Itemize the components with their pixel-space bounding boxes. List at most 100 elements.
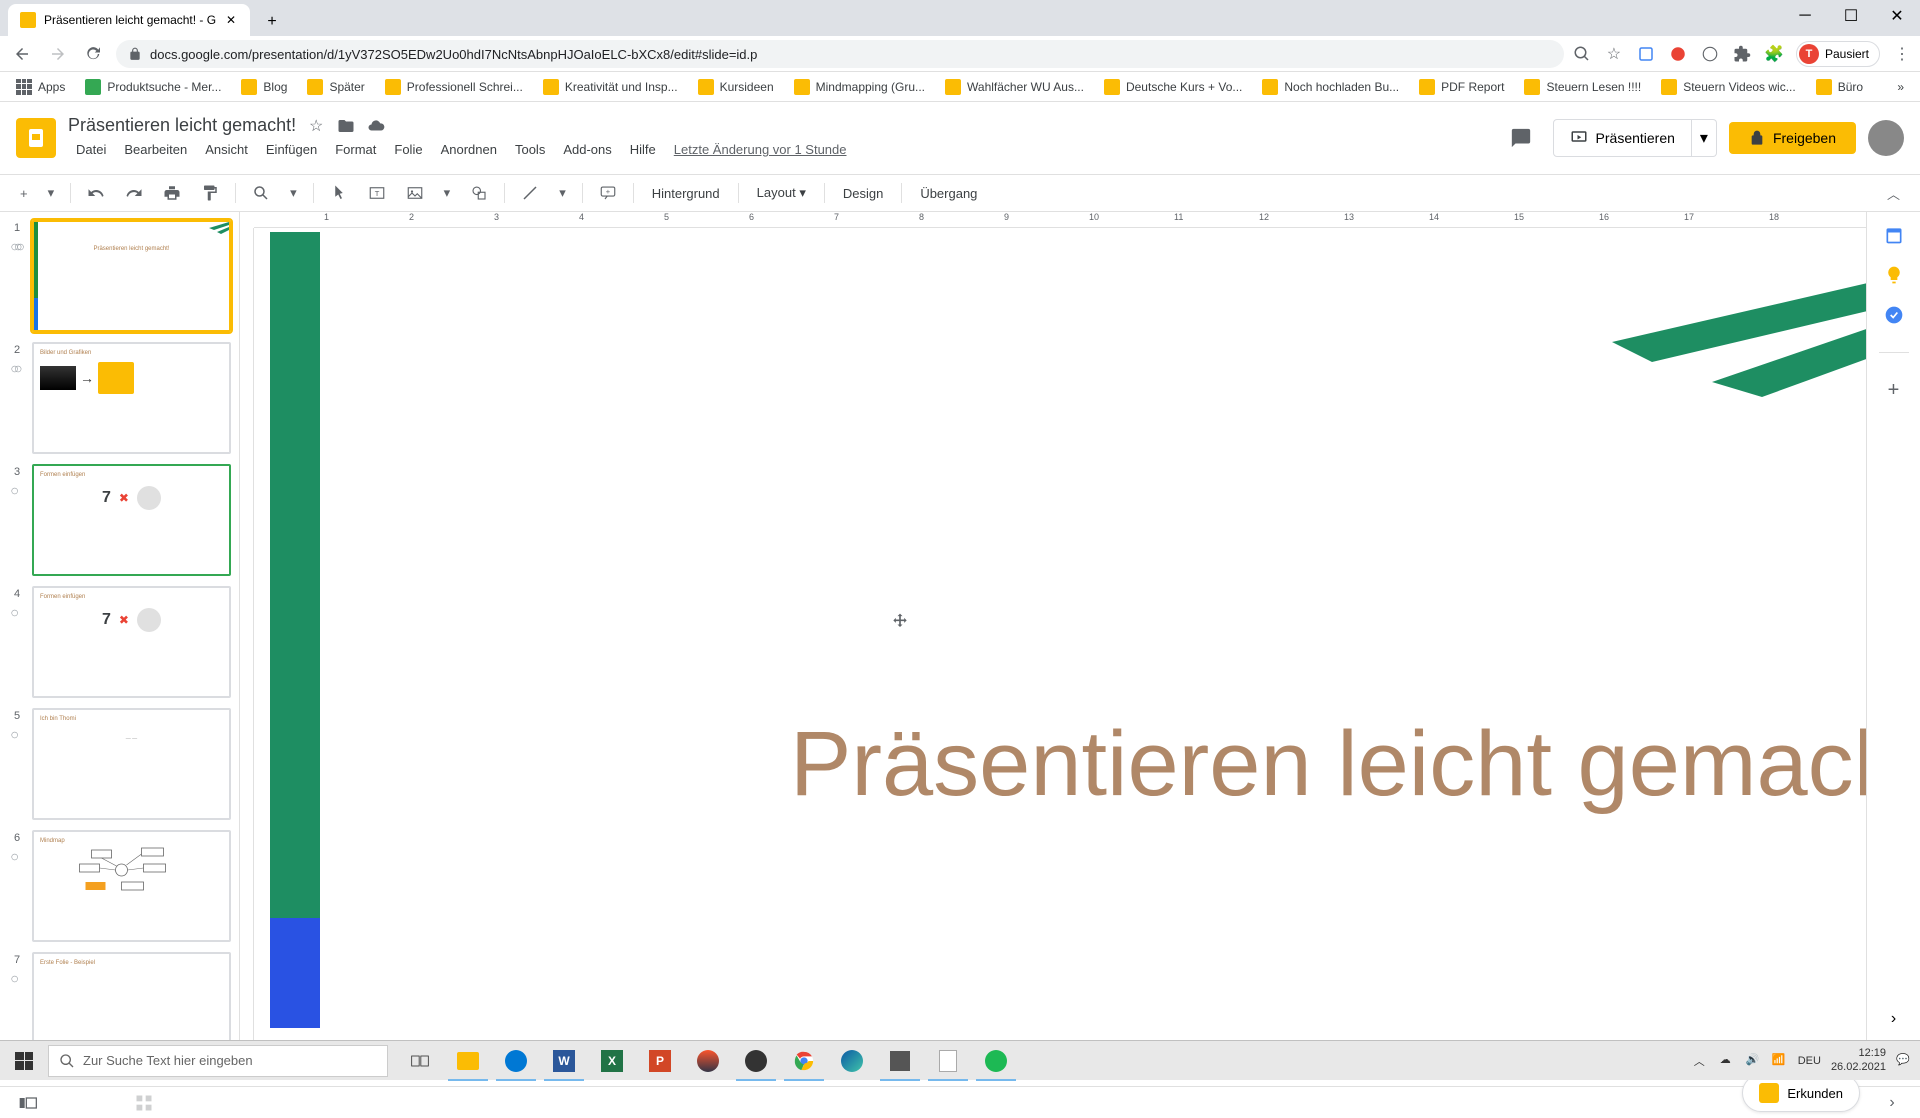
bookmark-professionell[interactable]: Professionell Schrei... xyxy=(377,75,531,99)
language-indicator[interactable]: DEU xyxy=(1798,1055,1821,1067)
new-slide-button[interactable]: + xyxy=(12,180,36,207)
start-button[interactable] xyxy=(0,1041,48,1081)
spotify-icon[interactable] xyxy=(972,1041,1020,1081)
readlater-icon[interactable] xyxy=(1636,44,1656,64)
cloud-status-icon[interactable] xyxy=(366,116,386,136)
comments-button[interactable] xyxy=(1501,118,1541,158)
bookmark-pdf[interactable]: PDF Report xyxy=(1411,75,1512,99)
account-chip[interactable]: T Pausiert xyxy=(1796,41,1880,67)
paint-format-button[interactable] xyxy=(193,178,227,208)
slide-canvas[interactable]: Präsentieren leicht gemach xyxy=(270,232,1852,1028)
share-button[interactable]: Freigeben xyxy=(1729,122,1856,154)
menu-format[interactable]: Format xyxy=(327,138,384,161)
image-dropdown[interactable]: ▾ xyxy=(436,179,459,207)
last-edit-link[interactable]: Letzte Änderung vor 1 Stunde xyxy=(666,138,855,161)
slide-thumb-4[interactable]: Formen einfügen 7 ✖ xyxy=(32,586,231,698)
redo-button[interactable] xyxy=(117,178,151,208)
bookmark-wahlfaecher[interactable]: Wahlfächer WU Aus... xyxy=(937,75,1092,99)
bookmark-deutsche[interactable]: Deutsche Kurs + Vo... xyxy=(1096,75,1250,99)
slides-logo[interactable] xyxy=(16,118,56,158)
zoom-dropdown[interactable]: ▾ xyxy=(282,179,305,207)
apps-button[interactable]: Apps xyxy=(8,75,73,99)
onedrive-icon[interactable]: ☁ xyxy=(1720,1053,1736,1069)
powerpoint-icon[interactable]: P xyxy=(636,1041,684,1081)
menu-addons[interactable]: Add-ons xyxy=(555,138,619,161)
new-tab-button[interactable]: + xyxy=(258,8,286,36)
transition-button[interactable]: Übergang xyxy=(910,180,987,207)
background-button[interactable]: Hintergrund xyxy=(642,180,730,207)
menu-insert[interactable]: Einfügen xyxy=(258,138,325,161)
menu-file[interactable]: Datei xyxy=(68,138,114,161)
textbox-tool[interactable]: T xyxy=(360,178,394,208)
bookmark-spaeter[interactable]: Später xyxy=(299,75,372,99)
blocker-icon[interactable] xyxy=(1668,44,1688,64)
brave-icon[interactable] xyxy=(684,1041,732,1081)
select-tool[interactable] xyxy=(322,178,356,208)
address-bar[interactable]: docs.google.com/presentation/d/1yV372SO5… xyxy=(116,40,1564,68)
bookmark-kursideen[interactable]: Kursideen xyxy=(690,75,782,99)
notepad-icon[interactable] xyxy=(924,1041,972,1081)
browser-tab[interactable]: Präsentieren leicht gemacht! - G ✕ xyxy=(8,4,250,36)
canvas-area[interactable]: 1 2 3 4 5 6 7 8 9 10 11 12 13 14 15 16 1… xyxy=(240,212,1866,1042)
collapse-toolbar-icon[interactable]: ︿ xyxy=(1879,178,1908,209)
comment-tool[interactable]: + xyxy=(591,178,625,208)
bookmark-steuern-videos[interactable]: Steuern Videos wic... xyxy=(1653,75,1804,99)
puzzle-icon[interactable]: 🧩 xyxy=(1764,44,1784,64)
close-window-icon[interactable]: ✕ xyxy=(1874,0,1920,32)
slide-thumb-5[interactable]: Ich bin Thomi — — xyxy=(32,708,231,820)
menu-tools[interactable]: Tools xyxy=(507,138,553,161)
slide-thumb-6[interactable]: Mindmap xyxy=(32,830,231,942)
expand-panel-icon[interactable]: › xyxy=(1880,1091,1904,1115)
bookmark-blog[interactable]: Blog xyxy=(233,75,295,99)
menu-arrange[interactable]: Anordnen xyxy=(433,138,505,161)
bookmark-mindmapping[interactable]: Mindmapping (Gru... xyxy=(786,75,933,99)
undo-button[interactable] xyxy=(79,178,113,208)
profile-avatar[interactable] xyxy=(1868,120,1904,156)
bookmark-steuern-lesen[interactable]: Steuern Lesen !!!! xyxy=(1516,75,1649,99)
line-tool[interactable] xyxy=(513,178,547,208)
line-dropdown[interactable]: ▾ xyxy=(551,179,574,207)
star-button[interactable]: ☆ xyxy=(306,116,326,136)
document-title[interactable]: Präsentieren leicht gemacht! xyxy=(68,115,296,136)
slide-thumb-1[interactable]: Präsentieren leicht gemacht! xyxy=(32,220,231,332)
add-addon-icon[interactable]: + xyxy=(1883,379,1905,401)
clock[interactable]: 12:19 26.02.2021 xyxy=(1831,1047,1886,1073)
excel-icon[interactable]: X xyxy=(588,1041,636,1081)
close-tab-icon[interactable]: ✕ xyxy=(224,13,238,27)
reload-button[interactable] xyxy=(80,40,108,68)
maximize-icon[interactable]: ☐ xyxy=(1828,0,1874,32)
calendar-icon[interactable] xyxy=(1883,224,1905,246)
tasks-icon[interactable] xyxy=(1883,304,1905,326)
explorer-icon[interactable] xyxy=(444,1041,492,1081)
design-button[interactable]: Design xyxy=(833,180,893,207)
grid-view-icon[interactable] xyxy=(132,1091,156,1115)
filmstrip-view-icon[interactable] xyxy=(16,1091,40,1115)
taskbar-search[interactable]: Zur Suche Text hier eingeben xyxy=(48,1045,388,1077)
task-view-icon[interactable] xyxy=(396,1041,444,1081)
new-slide-dropdown[interactable]: ▾ xyxy=(40,179,63,207)
minimize-icon[interactable]: ─ xyxy=(1782,0,1828,32)
edge-icon[interactable] xyxy=(828,1041,876,1081)
move-button[interactable] xyxy=(336,116,356,136)
slide-thumb-3[interactable]: Formen einfügen 7 ✖ xyxy=(32,464,231,576)
bookmark-kreativitaet[interactable]: Kreativität und Insp... xyxy=(535,75,686,99)
app-icon[interactable] xyxy=(876,1041,924,1081)
menu-view[interactable]: Ansicht xyxy=(197,138,256,161)
back-button[interactable] xyxy=(8,40,36,68)
layout-button[interactable]: Layout ▾ xyxy=(747,179,816,207)
menu-edit[interactable]: Bearbeiten xyxy=(116,138,195,161)
extension-icon[interactable] xyxy=(1732,44,1752,64)
zoom-icon[interactable] xyxy=(1572,44,1592,64)
bookmark-overflow[interactable]: » xyxy=(1889,76,1912,98)
print-button[interactable] xyxy=(155,178,189,208)
present-button[interactable]: Präsentieren xyxy=(1553,119,1692,157)
shape-tool[interactable] xyxy=(462,178,496,208)
star-icon[interactable]: ☆ xyxy=(1604,44,1624,64)
menu-slide[interactable]: Folie xyxy=(386,138,430,161)
tray-chevron-icon[interactable]: ︿ xyxy=(1694,1053,1710,1069)
forward-button[interactable] xyxy=(44,40,72,68)
word-icon[interactable]: W xyxy=(540,1041,588,1081)
slide-thumb-7[interactable]: Erste Folie - Beispiel xyxy=(32,952,231,1042)
image-tool[interactable] xyxy=(398,178,432,208)
zoom-button[interactable] xyxy=(244,178,278,208)
